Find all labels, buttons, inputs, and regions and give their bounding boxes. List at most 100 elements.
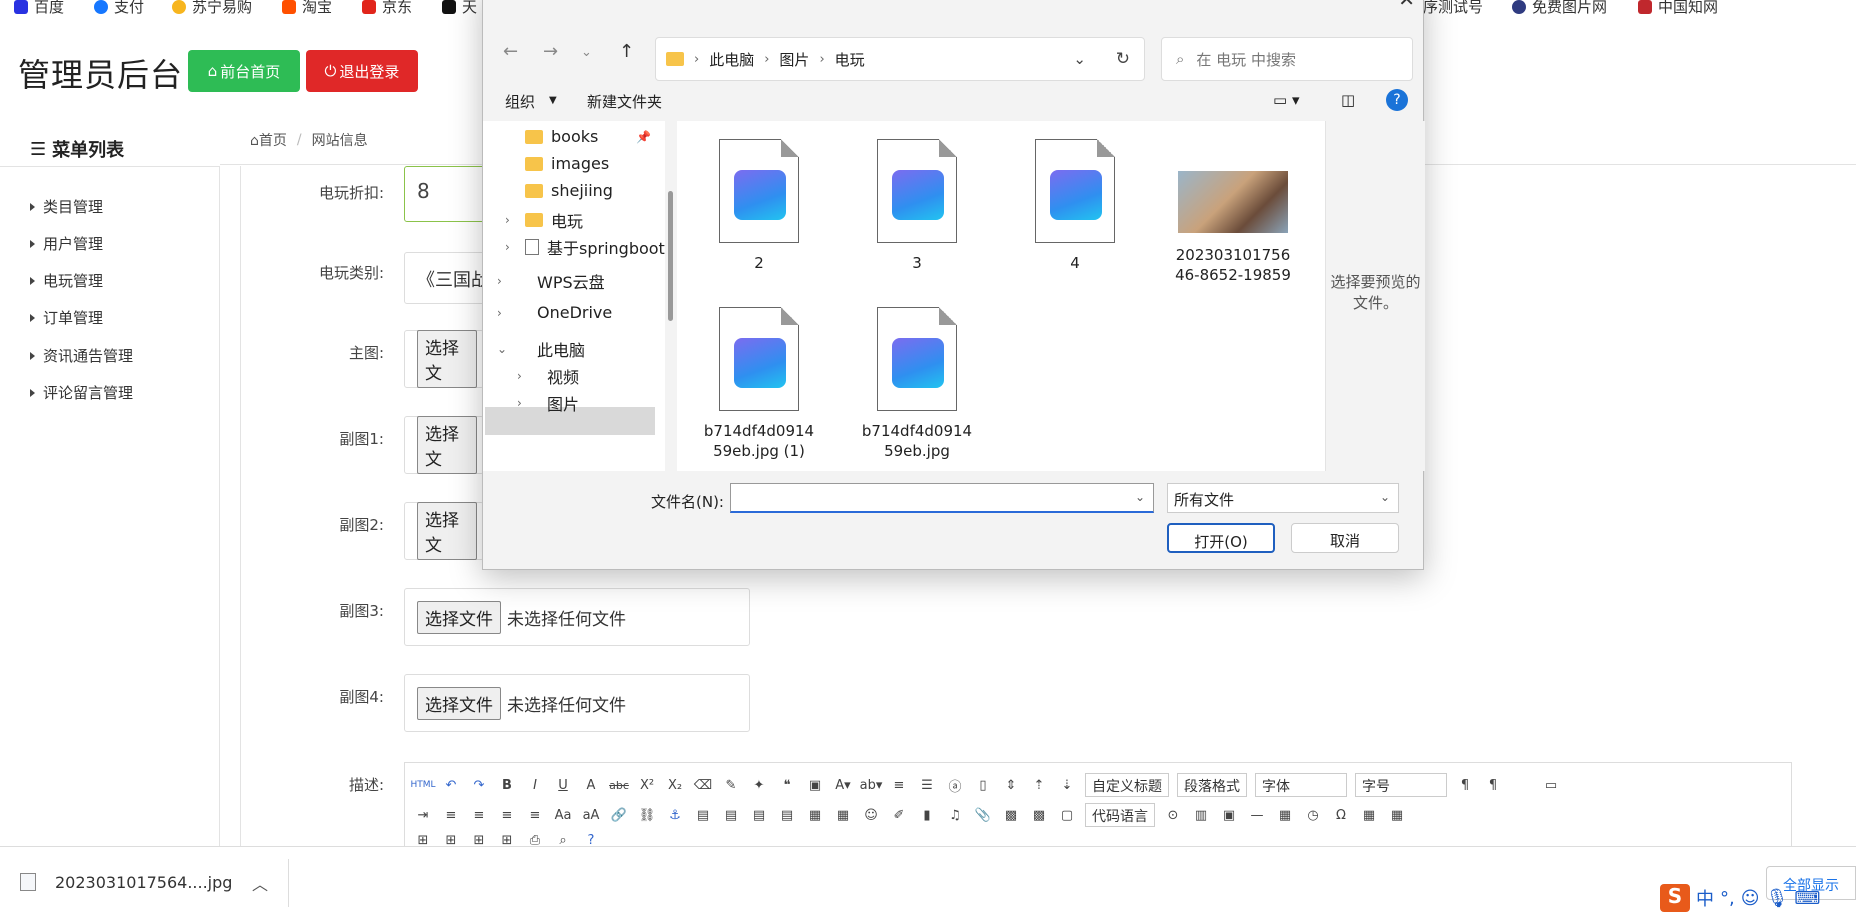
tree-item-wps[interactable]: › WPS云盘: [497, 269, 605, 293]
chevron-down-icon[interactable]: ⌄: [497, 342, 507, 356]
organize-button[interactable]: 组织: [505, 91, 535, 112]
choose-file-button[interactable]: 选择文: [417, 502, 477, 560]
table-icon[interactable]: ▦: [1359, 806, 1379, 824]
path-segment[interactable]: 此电脑: [709, 49, 754, 70]
path-segment[interactable]: 电玩: [835, 49, 865, 70]
sub1-file[interactable]: 选择文: [404, 416, 484, 474]
punct-icon[interactable]: °,: [1720, 888, 1735, 909]
horizontal-rule-icon[interactable]: —: [1247, 806, 1267, 824]
music-icon[interactable]: ♫: [945, 806, 965, 824]
chevron-down-icon[interactable]: ⌄: [1135, 490, 1145, 504]
ltr-icon[interactable]: ¶: [1455, 776, 1475, 794]
forward-icon[interactable]: →: [543, 41, 558, 62]
main-image-file[interactable]: 选择文: [404, 330, 484, 388]
sub4-file[interactable]: 选择文件 未选择任何文件: [404, 674, 750, 732]
filename-input[interactable]: ⌄: [730, 483, 1154, 513]
chevron-down-icon[interactable]: ⌄: [1073, 50, 1086, 68]
view-icon[interactable]: ▭ ▾: [1273, 91, 1299, 109]
video-icon[interactable]: ▮: [917, 806, 937, 824]
align-left-icon[interactable]: ≡: [441, 806, 461, 824]
image-none-icon[interactable]: ▤: [693, 806, 713, 824]
cancel-button[interactable]: 取消: [1291, 523, 1399, 553]
date-icon[interactable]: ▦: [1275, 806, 1295, 824]
chevron-right-icon[interactable]: ›: [497, 274, 502, 288]
file-item[interactable]: b714df4d091459eb.jpg (1): [689, 307, 829, 461]
page-break-icon[interactable]: ⊙: [1163, 806, 1183, 824]
gmap-icon[interactable]: ▩: [1029, 806, 1049, 824]
home-button[interactable]: ⌂ 前台首页: [188, 50, 300, 92]
back-icon[interactable]: ←: [503, 41, 518, 62]
rtl-icon[interactable]: ¶: [1483, 776, 1503, 794]
close-icon[interactable]: ✕: [1398, 0, 1415, 11]
bookmark-pay[interactable]: 支付: [94, 0, 144, 17]
format-brush-icon[interactable]: ✎: [721, 776, 741, 794]
sub3-file[interactable]: 选择文件 未选择任何文件: [404, 588, 750, 646]
chevron-up-icon[interactable]: ︿: [252, 871, 268, 895]
multi-image-icon[interactable]: ▦: [833, 806, 853, 824]
delete-table-icon[interactable]: ▦: [1387, 806, 1407, 824]
sub2-file[interactable]: 选择文: [404, 502, 484, 560]
unlink-icon[interactable]: ⛓: [637, 806, 657, 824]
redo-icon[interactable]: ↷: [469, 776, 489, 794]
open-button[interactable]: 打开(O): [1167, 523, 1275, 553]
preview-pane-icon[interactable]: ◫: [1341, 91, 1355, 109]
background-icon[interactable]: ▣: [1219, 806, 1239, 824]
paragraph-format-select[interactable]: 段落格式: [1177, 773, 1247, 797]
preview-icon[interactable]: ▭: [1541, 776, 1561, 794]
emoji-icon[interactable]: ☺: [1741, 888, 1760, 909]
special-char-icon[interactable]: Ω: [1331, 806, 1351, 824]
font-size-select[interactable]: 字号: [1355, 773, 1447, 797]
tree-item-dianwan[interactable]: › 电玩: [505, 208, 583, 232]
choose-file-button[interactable]: 选择文: [417, 330, 477, 388]
italic-icon[interactable]: I: [525, 776, 545, 794]
rich-text-editor[interactable]: HTML ↶ ↷ B I U A abc X² X₂ ⌫ ✎ ✦ ❝ ▣ A▾ …: [404, 762, 1792, 852]
up-icon[interactable]: ↑: [619, 41, 634, 62]
underline-icon[interactable]: U: [553, 776, 573, 794]
image-right-icon[interactable]: ▤: [749, 806, 769, 824]
image-left-icon[interactable]: ▤: [721, 806, 741, 824]
tree-item-pictures[interactable]: › 图片: [517, 391, 579, 415]
file-item[interactable]: 4: [1005, 139, 1145, 273]
eraser-icon[interactable]: ⌫: [693, 776, 713, 794]
select-all-icon[interactable]: ⓐ: [945, 776, 965, 795]
ime-lang[interactable]: 中: [1696, 885, 1714, 911]
bookmark-freeimg[interactable]: 免费图片网: [1512, 0, 1607, 17]
align-justify-icon[interactable]: ≡: [525, 806, 545, 824]
code-language-select[interactable]: 代码语言: [1085, 803, 1155, 827]
font-family-select[interactable]: 字体: [1255, 773, 1347, 797]
chevron-right-icon[interactable]: ›: [497, 306, 502, 320]
scrawl-icon[interactable]: ✐: [889, 806, 909, 824]
chevron-right-icon[interactable]: ›: [505, 240, 510, 254]
bookmark-suning[interactable]: 苏宁易购: [172, 0, 252, 17]
file-item[interactable]: 3: [847, 139, 987, 273]
font-color-icon[interactable]: A▾: [833, 776, 853, 794]
path-segment[interactable]: 图片: [779, 49, 809, 70]
file-item[interactable]: 20230310175646-8652-19859: [1163, 139, 1303, 285]
address-bar[interactable]: › 此电脑 › 图片 › 电玩 ⌄ ↻: [655, 37, 1145, 81]
auto-format-icon[interactable]: ✦: [749, 776, 769, 794]
custom-title-select[interactable]: 自定义标题: [1085, 773, 1169, 797]
scrollbar-thumb[interactable]: [668, 191, 673, 321]
tree-item-books[interactable]: books 📌: [525, 127, 651, 146]
frame-icon[interactable]: ▢: [1057, 806, 1077, 824]
bold-icon[interactable]: B: [497, 776, 517, 794]
row-spacing-bottom-icon[interactable]: ⇣: [1057, 776, 1077, 794]
tree-item-videos[interactable]: › 视频: [517, 364, 579, 388]
ordered-list-icon[interactable]: ≡: [889, 776, 909, 794]
refresh-icon[interactable]: ↻: [1116, 49, 1130, 69]
paste-text-icon[interactable]: ▣: [805, 776, 825, 794]
highlight-icon[interactable]: ab▾: [860, 776, 883, 794]
breadcrumb-home[interactable]: ⌂首页: [250, 130, 287, 150]
clear-doc-icon[interactable]: ▯: [973, 776, 993, 794]
download-item[interactable]: 2023031017564....jpg: [55, 873, 232, 892]
tree-item-springboot[interactable]: › 基于springboot: [505, 235, 665, 259]
choose-file-button[interactable]: 选择文: [417, 416, 477, 474]
map-icon[interactable]: ▩: [1001, 806, 1021, 824]
lowercase-icon[interactable]: aA: [581, 806, 601, 824]
tree-item-onedrive[interactable]: › OneDrive: [497, 303, 612, 322]
quote-icon[interactable]: ❝: [777, 776, 797, 794]
sidebar-item-users[interactable]: 用户管理: [30, 233, 103, 254]
html-icon[interactable]: HTML: [410, 776, 435, 794]
time-icon[interactable]: ◷: [1303, 806, 1323, 824]
image-center-icon[interactable]: ▤: [777, 806, 797, 824]
